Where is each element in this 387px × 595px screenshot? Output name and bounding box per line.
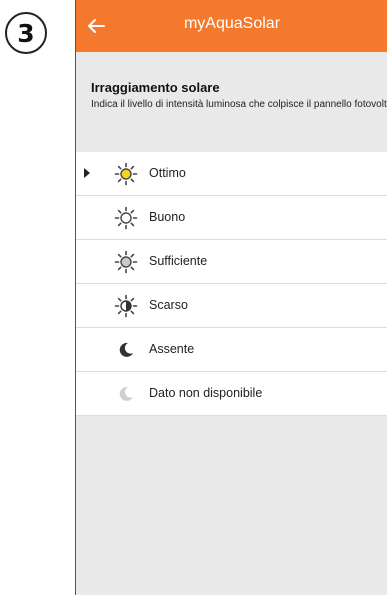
sun-good-icon — [114, 206, 138, 230]
sun-optimal-icon — [114, 162, 138, 186]
option-label: Sufficiente — [149, 254, 208, 268]
option-label: Dato non disponibile — [149, 386, 263, 400]
option-label: Ottimo — [149, 166, 186, 180]
phone-screen: myAquaSolar Irraggiamento solare Indica … — [75, 0, 387, 595]
step-number-badge: 3 — [5, 12, 47, 54]
moon-icon — [119, 342, 133, 357]
app-title: myAquaSolar — [183, 15, 281, 32]
option-row-sufficiente[interactable]: Sufficiente — [76, 240, 387, 284]
option-row-scarso[interactable]: Scarso — [76, 284, 387, 328]
section-description: Indica il livello di intensità luminosa … — [91, 99, 387, 110]
option-label: Buono — [149, 210, 186, 224]
moon-faded-icon — [119, 386, 133, 401]
option-row-ottimo[interactable]: Ottimo — [76, 152, 387, 196]
option-row-assente[interactable]: Assente — [76, 328, 387, 372]
app-bar: myAquaSolar — [76, 0, 387, 52]
step-number: 3 — [17, 18, 35, 48]
option-row-dato-non-disponibile[interactable]: Dato non disponibile — [76, 372, 387, 416]
section-title: Irraggiamento solare — [91, 80, 220, 95]
section-header: Irraggiamento solare Indica il livello d… — [91, 80, 387, 111]
option-label: Scarso — [149, 298, 188, 312]
irradiance-options-list: Ottimo Buono Sufficiente Scarso Assente … — [76, 152, 387, 416]
option-row-buono[interactable]: Buono — [76, 196, 387, 240]
selected-marker-icon — [84, 168, 90, 178]
option-label: Assente — [149, 342, 195, 356]
sun-sufficient-icon — [114, 250, 138, 274]
sun-poor-icon — [114, 294, 138, 318]
